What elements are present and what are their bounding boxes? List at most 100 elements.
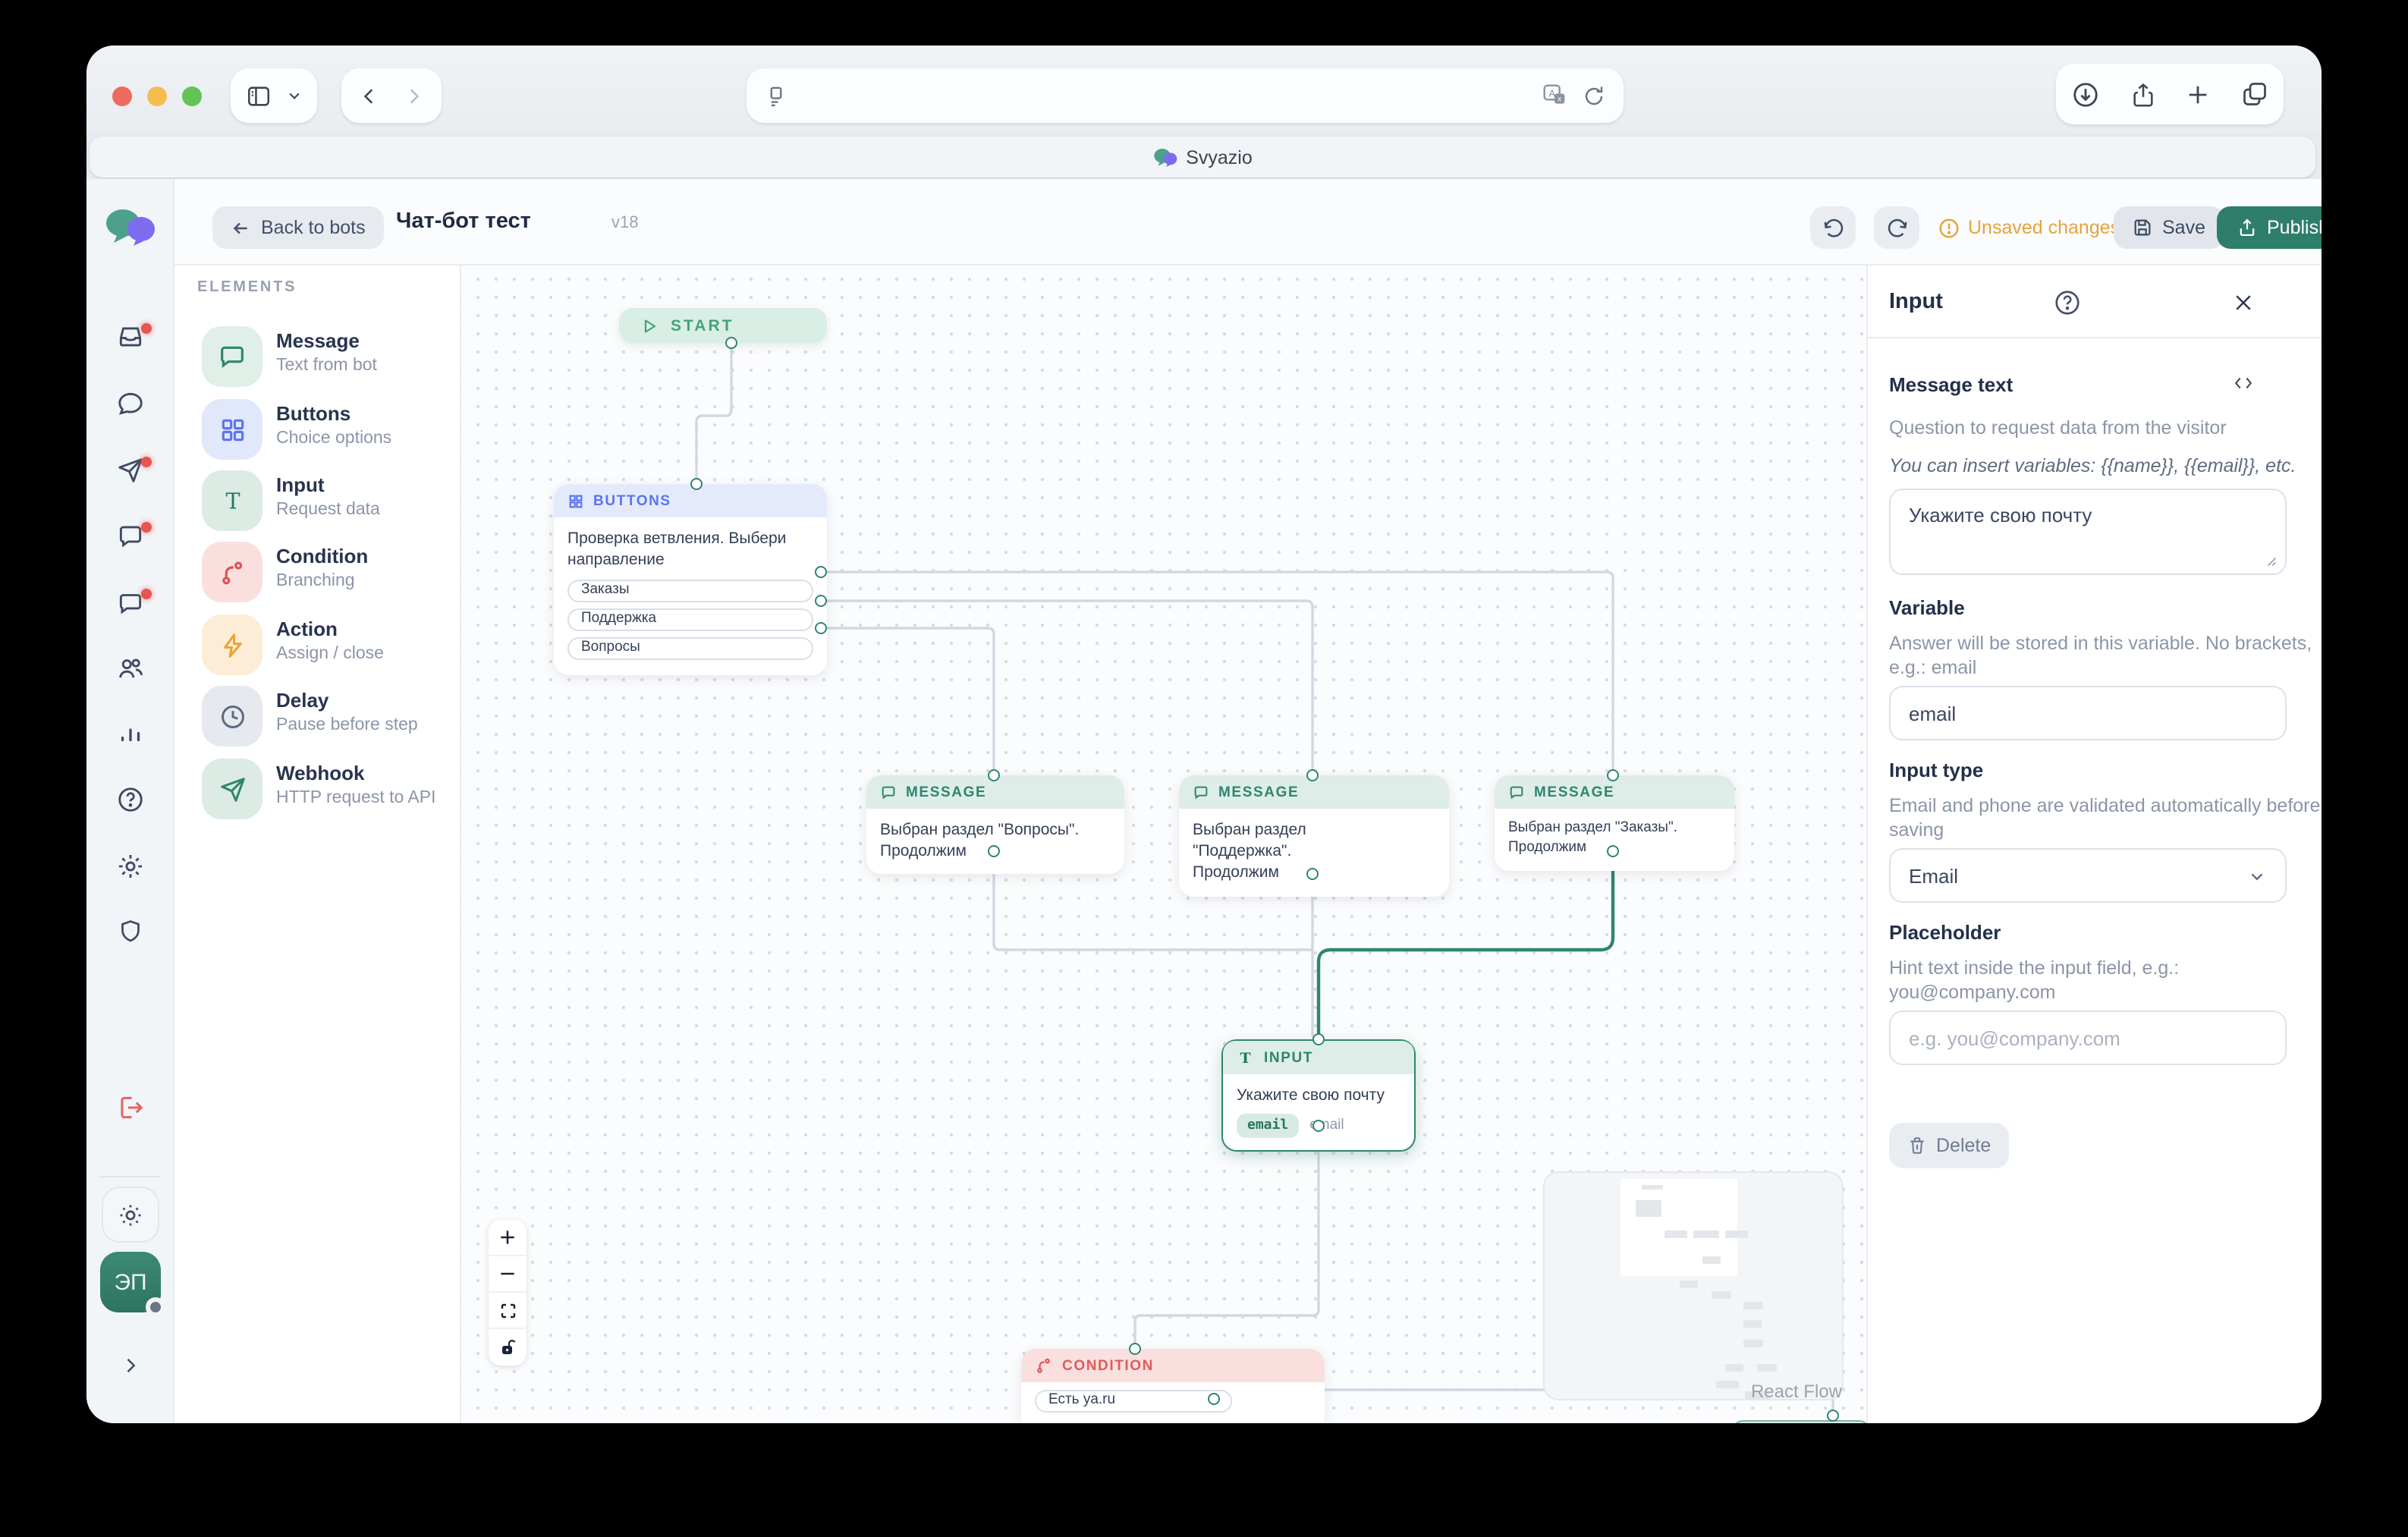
reload-icon[interactable]: [1583, 84, 1605, 107]
zoom-out-button[interactable]: [489, 1256, 527, 1293]
settings-nav-icon[interactable]: [115, 852, 144, 881]
avatar[interactable]: ЭП: [100, 1252, 161, 1312]
close-icon[interactable]: [2232, 291, 2255, 314]
input-node-output-handle[interactable]: [1312, 1120, 1325, 1132]
condition-rule-handle[interactable]: [1208, 1393, 1220, 1405]
message2-input-handle[interactable]: [1306, 769, 1319, 781]
option-orders-handle[interactable]: [815, 566, 827, 578]
bots-nav-icon[interactable]: [115, 588, 144, 617]
theme-toggle-button[interactable]: [102, 1187, 159, 1243]
logout-icon[interactable]: [115, 1093, 144, 1122]
action-element-icon: [218, 630, 247, 659]
play-icon: [640, 316, 659, 335]
reader-view-icon[interactable]: [765, 84, 787, 107]
input-node-input-handle[interactable]: [1312, 1033, 1325, 1045]
start-node[interactable]: START: [619, 308, 827, 343]
zoom-in-button[interactable]: [489, 1220, 527, 1256]
input-type-select[interactable]: Email: [1889, 848, 2287, 903]
message-element-icon: [217, 341, 247, 372]
fit-view-button[interactable]: [489, 1293, 527, 1329]
palette-item-desc: Text from bot: [276, 357, 377, 375]
palette-item-desc: HTTP request to API: [276, 789, 436, 807]
palette-item-action[interactable]: Action Assign / close: [174, 610, 461, 681]
message2-output-handle[interactable]: [1306, 868, 1319, 880]
button-option-support[interactable]: Поддержка: [567, 609, 813, 632]
resize-handle-icon[interactable]: [2262, 552, 2278, 567]
tab-svyazio[interactable]: Svyazio: [90, 137, 2315, 178]
avatar-initials: ЭП: [114, 1269, 146, 1295]
forward-nav-icon[interactable]: [404, 84, 423, 107]
option-questions-handle[interactable]: [815, 622, 827, 634]
sidebar-toggle-button[interactable]: [231, 68, 317, 123]
downloads-icon[interactable]: [2071, 80, 2100, 108]
palette-item-input[interactable]: T Input Request data: [174, 466, 461, 537]
publish-button[interactable]: Publish: [2217, 206, 2322, 249]
condition-rule-pill[interactable]: Есть ya.ru: [1035, 1390, 1232, 1413]
minimize-window-button[interactable]: [146, 86, 166, 105]
templates-nav-icon[interactable]: [115, 521, 144, 550]
help-icon[interactable]: [2053, 288, 2082, 317]
tab-overview-icon[interactable]: [2241, 80, 2268, 108]
broadcast-nav-icon[interactable]: [115, 456, 144, 485]
button-option-label: Вопросы: [581, 640, 640, 659]
close-window-button[interactable]: [112, 86, 131, 105]
palette-item-webhook[interactable]: Webhook HTTP request to API: [174, 754, 461, 825]
palette-item-buttons[interactable]: Buttons Choice options: [174, 394, 461, 466]
message-node-questions[interactable]: MESSAGE Выбран раздел "Вопросы". Продолж…: [866, 775, 1124, 875]
message3-input-handle[interactable]: [1607, 769, 1619, 781]
undo-button[interactable]: [1810, 206, 1856, 249]
message-text-label: Message text: [1889, 373, 2013, 396]
option-support-handle[interactable]: [815, 595, 827, 607]
share-icon[interactable]: [2130, 80, 2155, 108]
offscreen-node-input-handle[interactable]: [1827, 1410, 1839, 1422]
code-icon[interactable]: [2232, 373, 2255, 393]
tab-title: Svyazio: [1186, 146, 1253, 168]
translate-icon[interactable]: Ax: [1542, 83, 1567, 108]
back-to-bots-button[interactable]: Back to bots: [212, 206, 384, 249]
undo-icon: [1822, 216, 1844, 239]
variable-input[interactable]: email: [1889, 686, 2287, 740]
palette-item-name: Message: [276, 329, 360, 352]
delete-label: Delete: [1936, 1135, 1991, 1156]
button-option-questions[interactable]: Вопросы: [567, 638, 813, 661]
offscreen-node-top[interactable]: [1731, 1420, 1866, 1423]
message1-output-handle[interactable]: [988, 845, 1000, 857]
delete-button[interactable]: Delete: [1889, 1123, 2009, 1168]
palette-item-condition[interactable]: Condition Branching: [174, 537, 461, 608]
buttons-input-handle[interactable]: [690, 478, 703, 490]
buttons-node[interactable]: BUTTONS Проверка ветвления. Выбери напра…: [554, 484, 827, 676]
palette-item-delay[interactable]: Delay Pause before step: [174, 681, 461, 753]
redo-button[interactable]: [1874, 206, 1919, 249]
contacts-nav-icon[interactable]: [115, 655, 145, 684]
save-button[interactable]: Save: [2114, 206, 2224, 249]
delay-element-icon: [218, 702, 247, 731]
address-bar[interactable]: Ax: [747, 68, 1624, 123]
expand-rail-icon[interactable]: [119, 1355, 140, 1376]
message3-output-handle[interactable]: [1607, 845, 1619, 857]
message1-input-handle[interactable]: [988, 769, 1000, 781]
flow-canvas[interactable]: START BUTTONS Проверка ветвления. Выбери…: [461, 266, 1866, 1423]
message-node-icon: [1193, 784, 1209, 800]
new-tab-icon[interactable]: [2186, 81, 2212, 107]
start-output-handle[interactable]: [725, 337, 737, 349]
chats-nav-icon[interactable]: [115, 389, 144, 418]
security-nav-icon[interactable]: [116, 917, 143, 946]
back-to-bots-label: Back to bots: [261, 217, 366, 238]
help-nav-icon[interactable]: [115, 785, 144, 814]
palette-item-message[interactable]: Message Text from bot: [174, 322, 461, 393]
back-nav-icon[interactable]: [360, 84, 379, 107]
placeholder-input[interactable]: e.g. you@company.com: [1889, 1011, 2287, 1065]
minimap[interactable]: [1543, 1171, 1844, 1400]
lock-button[interactable]: [489, 1329, 527, 1366]
button-option-orders[interactable]: Заказы: [567, 580, 813, 603]
unsaved-changes-label: Unsaved changes: [1968, 217, 2120, 238]
analytics-nav-icon[interactable]: [116, 721, 143, 748]
condition-input-handle[interactable]: [1129, 1343, 1141, 1355]
palette-item-name: Webhook: [276, 762, 365, 784]
inbox-nav-icon[interactable]: [115, 322, 144, 351]
input-node[interactable]: T INPUT Укажите свою почту email email: [1221, 1039, 1416, 1152]
condition-node[interactable]: CONDITION Есть ya.ru: [1021, 1349, 1325, 1423]
zoom-window-button[interactable]: [181, 86, 201, 105]
message-node-text: Выбран раздел "Вопросы". Продолжим: [866, 809, 1124, 875]
message-text-textarea[interactable]: Укажите свою почту: [1889, 489, 2287, 575]
